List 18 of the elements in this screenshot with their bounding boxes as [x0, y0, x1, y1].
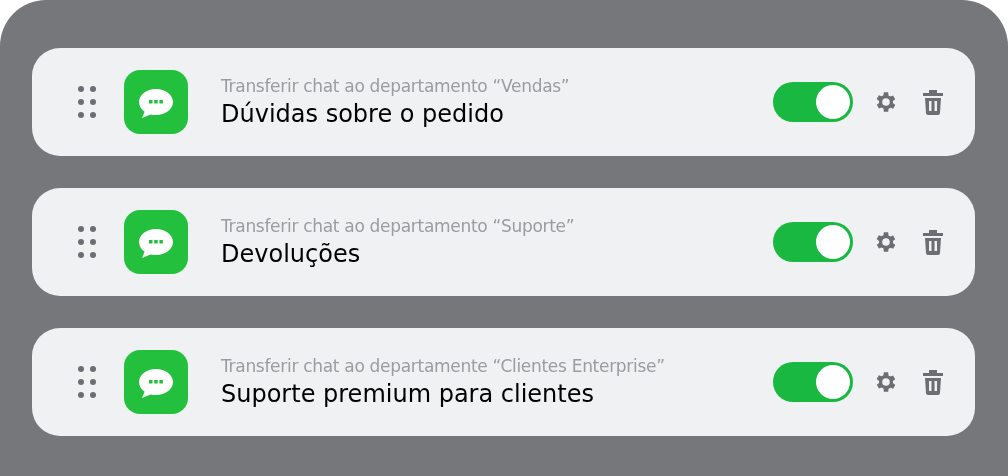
rule-description: Transferir chat ao departamento “Vendas”	[221, 76, 571, 96]
chat-bubble-icon	[124, 70, 188, 134]
drag-handle-icon[interactable]	[78, 366, 96, 398]
delete-icon[interactable]	[921, 89, 945, 115]
toggle-switch[interactable]	[773, 362, 853, 402]
toggle-switch[interactable]	[773, 82, 853, 122]
rule-description: Transferir chat ao departamente “Clientes Enterprise”	[221, 356, 666, 376]
delete-icon[interactable]	[921, 229, 945, 255]
delete-icon[interactable]	[921, 369, 945, 395]
rule-title: Dúvidas sobre o pedido	[221, 100, 505, 128]
toggle-switch[interactable]	[773, 222, 853, 262]
drag-handle-icon[interactable]	[78, 86, 96, 118]
rule-title: Suporte premium para clientes	[221, 380, 595, 408]
chat-bubble-icon	[124, 210, 188, 274]
rule-description: Transferir chat ao departamento “Suporte”	[221, 216, 576, 236]
rule-title: Devoluções	[221, 240, 362, 268]
chat-bubble-icon	[124, 350, 188, 414]
drag-handle-icon[interactable]	[78, 226, 96, 258]
